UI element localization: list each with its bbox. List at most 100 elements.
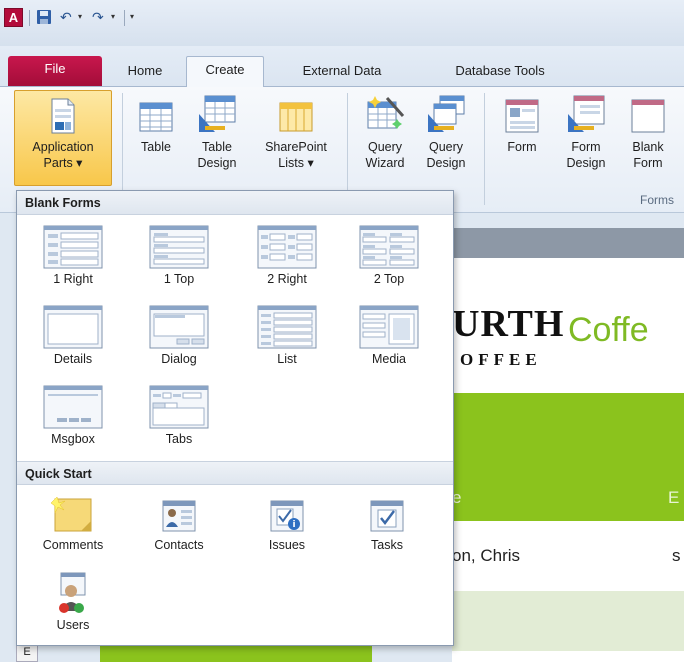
group-separator: [484, 93, 485, 205]
form-design-label-2: Design: [566, 156, 606, 170]
gallery-item-users[interactable]: Users: [23, 571, 123, 632]
gallery-item-msgbox[interactable]: Msgbox: [23, 385, 123, 446]
quick-access-toolbar: A ↶ ▾ ↷ ▾ ▾: [0, 0, 684, 46]
blank-form-label-1: Blank: [632, 140, 664, 154]
toolbar-separator: [29, 10, 30, 26]
redo-dropdown-icon[interactable]: ▾: [111, 8, 115, 26]
gallery-item-contacts[interactable]: Contacts: [129, 495, 229, 552]
table-design-label-1: Table: [202, 140, 232, 154]
query-wizard-icon: [367, 96, 405, 129]
form-list-icon: [257, 305, 317, 349]
gallery-item-label: 1 Top: [163, 272, 195, 286]
access-app-icon[interactable]: A: [4, 8, 23, 27]
tasks-icon: [370, 500, 404, 532]
gallery-item-label: 2 Right: [267, 272, 307, 286]
form-dialog-icon: [149, 305, 209, 349]
form-media-icon: [359, 305, 419, 349]
gallery-item-comments[interactable]: Comments: [23, 495, 123, 552]
ribbon-tabs: File Home Create External Data Database …: [0, 46, 684, 88]
tab-file[interactable]: File: [8, 56, 102, 86]
form-1-right-icon: [43, 225, 103, 269]
forms-group-label: Forms: [640, 193, 674, 207]
redo-icon[interactable]: ↷: [92, 8, 104, 26]
blank-form-icon: [631, 99, 665, 133]
save-icon[interactable]: [36, 9, 52, 27]
gallery-item-1-top[interactable]: 1 Top: [129, 225, 229, 286]
form-2-right-icon: [257, 225, 317, 269]
application-parts-gallery: Blank Forms 1 Right 1 Top 2 Right 2 Top …: [16, 190, 454, 646]
gallery-item-label: Users: [56, 618, 90, 632]
footer-band: [100, 645, 372, 662]
tab-external-data[interactable]: External Data: [282, 58, 402, 87]
gallery-item-2-top[interactable]: 2 Top: [339, 225, 439, 286]
sharepoint-lists-label-1: SharePoint: [265, 140, 327, 154]
contacts-icon: [162, 500, 196, 532]
tab-create[interactable]: Create: [186, 56, 264, 88]
group-separator: [122, 93, 123, 205]
gallery-item-1-right[interactable]: 1 Right: [23, 225, 123, 286]
comments-icon: [51, 496, 92, 532]
table-button[interactable]: Table: [130, 91, 182, 155]
gallery-item-label: Issues: [268, 538, 306, 552]
sharepoint-lists-button[interactable]: SharePoint Lists ▾: [252, 91, 340, 171]
gallery-item-media[interactable]: Media: [339, 305, 439, 366]
tab-database-tools[interactable]: Database Tools: [432, 58, 568, 87]
svg-text:i: i: [292, 520, 295, 530]
logo-coffee-text: Coffe: [568, 311, 649, 349]
form-tabs-icon: [149, 385, 209, 429]
table-design-label-2: Design: [197, 156, 237, 170]
gallery-item-label: 1 Right: [53, 272, 93, 286]
gallery-item-details[interactable]: Details: [23, 305, 123, 366]
application-parts-icon: [51, 98, 75, 134]
application-parts-label-2: Parts ▾: [43, 156, 83, 170]
form-msgbox-icon: [43, 385, 103, 429]
query-design-button[interactable]: Query Design: [418, 91, 474, 171]
gallery-item-label: 2 Top: [373, 272, 405, 286]
header-band: [452, 393, 684, 521]
row-name-cell[interactable]: on, Chris: [452, 546, 520, 566]
sharepoint-lists-icon: [279, 102, 313, 132]
table-design-icon: [199, 95, 236, 132]
application-parts-label-1: Application: [32, 140, 94, 154]
table-label: Table: [141, 140, 171, 154]
logo-text: URTH: [452, 303, 565, 345]
gallery-item-dialog[interactable]: Dialog: [129, 305, 229, 366]
blank-form-label-2: Form: [633, 156, 663, 170]
form-design-icon: [568, 95, 605, 132]
query-wizard-button[interactable]: Query Wizard: [356, 91, 414, 171]
table-design-button[interactable]: Table Design: [188, 91, 246, 171]
gallery-item-2-right[interactable]: 2 Right: [237, 225, 337, 286]
gallery-item-tasks[interactable]: Tasks: [337, 495, 437, 552]
gallery-item-label: Msgbox: [51, 432, 95, 446]
blank-forms-header: Blank Forms: [17, 191, 453, 215]
gallery-item-label: Details: [53, 352, 93, 366]
toolbar-separator: [124, 10, 125, 26]
column-header-e: E: [668, 488, 680, 507]
quick-start-header: Quick Start: [17, 461, 453, 485]
gallery-item-issues[interactable]: i Issues: [237, 495, 337, 552]
document-tab-strip: [452, 228, 684, 258]
row-cell[interactable]: s: [672, 546, 681, 566]
gallery-item-label: List: [277, 352, 297, 366]
query-design-label-1: Query: [428, 140, 464, 154]
gallery-item-label: Media: [371, 352, 407, 366]
blank-form-button[interactable]: Blank Form: [620, 91, 676, 171]
issues-icon: i: [270, 500, 304, 532]
gallery-item-tabs[interactable]: Tabs: [129, 385, 229, 446]
gallery-item-label: Contacts: [154, 538, 204, 552]
undo-icon[interactable]: ↶: [60, 8, 72, 26]
navigation-marker: E: [16, 645, 38, 662]
gallery-item-label: Dialog: [161, 352, 197, 366]
form-design-button[interactable]: Form Design: [558, 91, 614, 171]
application-parts-button[interactable]: Application Parts ▾: [14, 90, 112, 186]
gallery-item-list[interactable]: List: [237, 305, 337, 366]
undo-dropdown-icon[interactable]: ▾: [78, 8, 82, 26]
form-label: Form: [507, 140, 537, 154]
form-button[interactable]: Form: [494, 91, 550, 155]
form-1-top-icon: [149, 225, 209, 269]
customize-toolbar-icon[interactable]: ▾: [130, 8, 134, 26]
table-icon: [139, 102, 173, 132]
form-design-label-1: Form: [571, 140, 601, 154]
query-design-label-2: Design: [426, 156, 466, 170]
tab-home[interactable]: Home: [112, 58, 178, 87]
